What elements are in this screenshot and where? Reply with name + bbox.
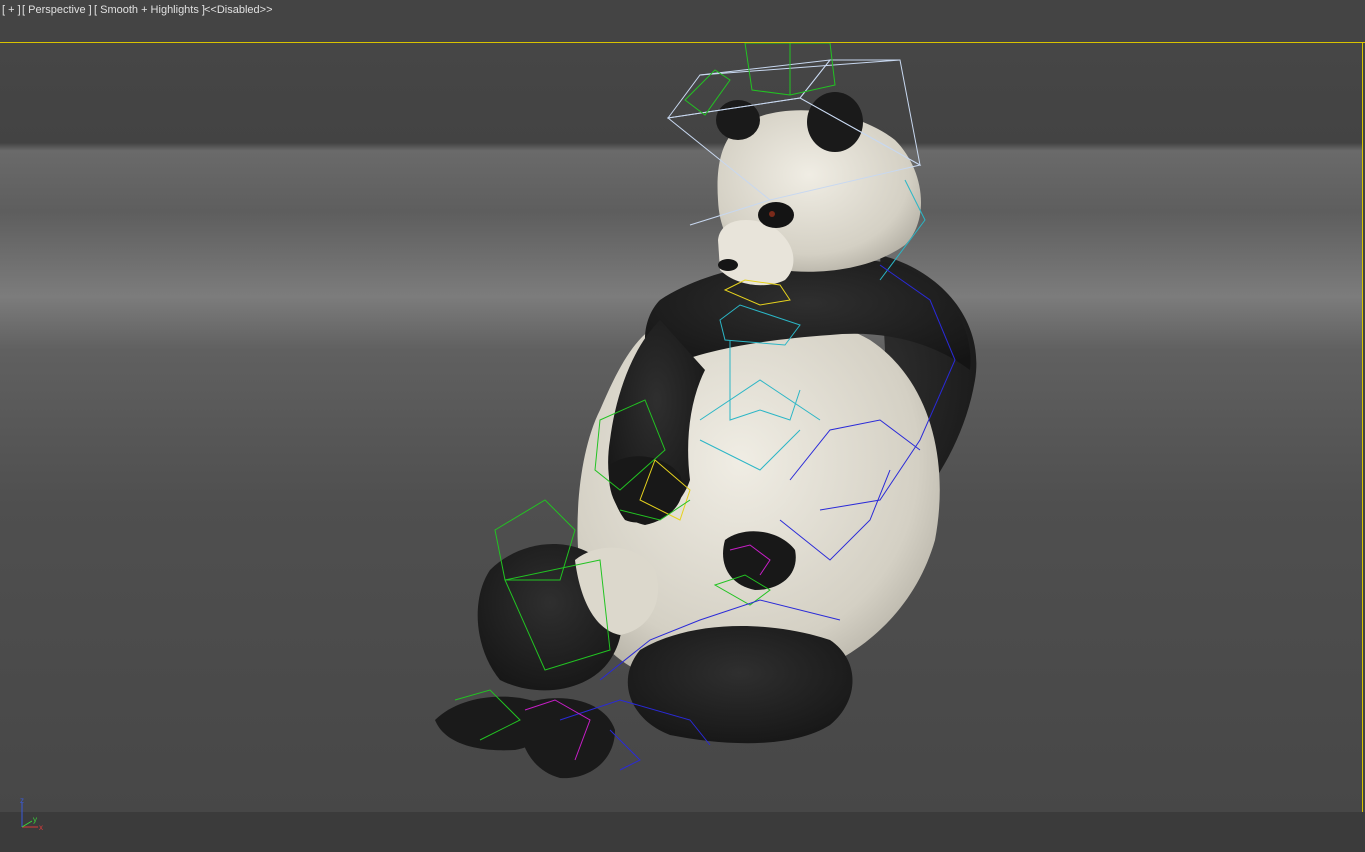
scene-render[interactable] [0, 43, 1362, 812]
active-viewport-border-right [1362, 42, 1363, 812]
axis-gizmo: z x y [20, 796, 43, 832]
panda-right-leg [627, 626, 853, 744]
panda-left-ear [716, 100, 760, 140]
panda-eye [769, 211, 775, 217]
viewport-label-bar: [ + ] [ Perspective ] [ Smooth + Highlig… [0, 0, 1365, 42]
panda-right-ear [807, 92, 863, 152]
axis-x-label: x [39, 823, 43, 832]
axis-y-label: y [33, 815, 37, 824]
viewport-shading-label[interactable]: [ Smooth + Highlights ] [94, 4, 205, 16]
axis-y-line [21, 820, 33, 828]
panda-eye-patch [758, 202, 794, 228]
viewport-menu-plus[interactable]: [ + ] [2, 4, 21, 16]
viewport-perspective[interactable]: [ + ] [ Perspective ] [ Smooth + Highlig… [0, 0, 1365, 852]
viewport-disabled-label[interactable]: <<Disabled>> [204, 4, 273, 16]
axis-z-label: z [20, 796, 24, 805]
viewport-bottom-strip [0, 812, 1365, 852]
viewport-point-of-view-label[interactable]: [ Perspective ] [22, 4, 92, 16]
panda-nose [718, 259, 738, 271]
